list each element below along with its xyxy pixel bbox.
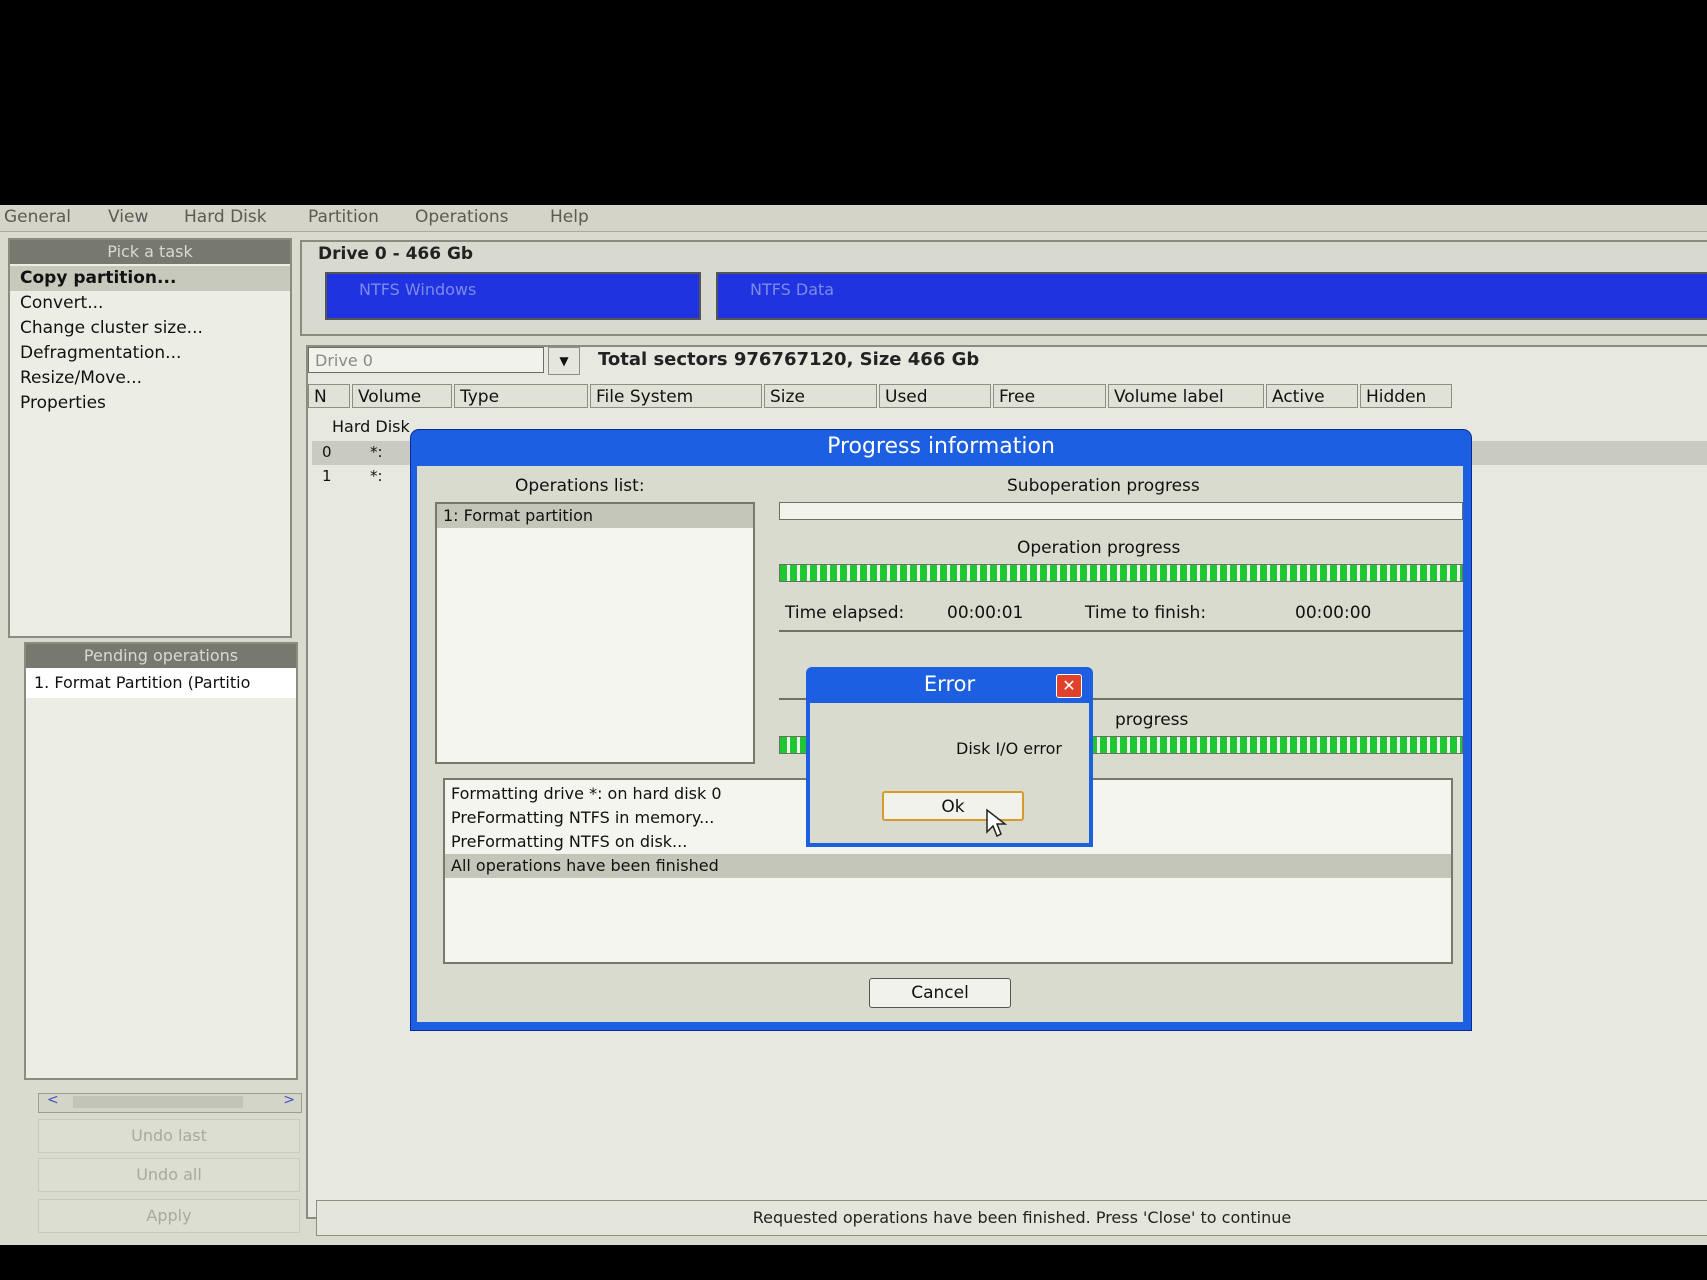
col-type[interactable]: Type <box>454 384 588 408</box>
scroll-left-icon[interactable]: < <box>47 1092 59 1108</box>
menu-help[interactable]: Help <box>550 207 589 227</box>
status-bar: Requested operations have been finished.… <box>316 1200 1707 1236</box>
pending-panel-title: Pending operations <box>26 644 296 668</box>
menu-operations[interactable]: Operations <box>415 207 508 227</box>
undo-last-button[interactable]: Undo last <box>38 1119 300 1153</box>
error-dialog-title: Error <box>923 672 976 696</box>
error-dialog-body: Disk I/O error Ok <box>810 703 1089 843</box>
task-convert[interactable]: Convert... <box>10 291 290 316</box>
col-size[interactable]: Size <box>764 384 877 408</box>
task-resize-move[interactable]: Resize/Move... <box>10 366 290 391</box>
drive-map-title: Drive 0 - 466 Gb <box>318 244 474 264</box>
partition-ntfs-windows[interactable]: NTFS Windows <box>325 272 701 320</box>
time-elapsed-label: Time elapsed: <box>785 603 905 623</box>
menu-hard-disk[interactable]: Hard Disk <box>184 207 267 227</box>
list-item[interactable]: 1: Format partition <box>437 504 753 528</box>
menu-bar: General View Hard Disk Partition Operati… <box>0 205 1707 232</box>
col-volume-label[interactable]: Volume label <box>1108 384 1264 408</box>
time-elapsed-value: 00:00:01 <box>947 603 1024 623</box>
apply-button[interactable]: Apply <box>38 1199 300 1233</box>
col-free[interactable]: Free <box>993 384 1106 408</box>
col-volume[interactable]: Volume <box>352 384 452 408</box>
partition-label: NTFS Data <box>750 280 835 299</box>
row-volume: *: <box>370 467 383 485</box>
menu-view[interactable]: View <box>108 207 148 227</box>
divider <box>779 630 1463 632</box>
error-message: Disk I/O error <box>956 739 1062 758</box>
total-progress-label: progress <box>1115 710 1189 730</box>
col-active[interactable]: Active <box>1266 384 1358 408</box>
operations-list-label: Operations list: <box>515 476 645 496</box>
task-defragmentation[interactable]: Defragmentation... <box>10 341 290 366</box>
task-copy-partition[interactable]: Copy partition... <box>10 266 290 291</box>
partition-label: NTFS Windows <box>359 280 477 299</box>
col-used[interactable]: Used <box>879 384 991 408</box>
sectors-info: Total sectors 976767120, Size 466 Gb <box>598 349 980 370</box>
operation-progress-fill <box>780 565 1462 581</box>
time-to-finish-label: Time to finish: <box>1085 603 1207 623</box>
operation-progress-bar <box>779 564 1463 582</box>
suboperation-label: Suboperation progress <box>1007 476 1200 496</box>
task-properties[interactable]: Properties <box>10 391 290 416</box>
mouse-cursor-icon <box>986 808 1008 838</box>
col-hidden[interactable]: Hidden <box>1360 384 1452 408</box>
operations-list[interactable]: 1: Format partition <box>435 502 755 764</box>
partition-ntfs-data[interactable]: NTFS Data <box>716 272 1707 320</box>
menu-partition[interactable]: Partition <box>308 207 379 227</box>
progress-dialog-title: Progress information <box>827 434 1055 459</box>
scroll-right-icon[interactable]: > <box>283 1092 295 1108</box>
error-dialog: Error ✕ Disk I/O error Ok <box>806 667 1093 847</box>
log-line: All operations have been finished <box>445 854 1451 878</box>
row-volume: *: <box>370 443 383 461</box>
group-hard-disk: Hard Disk <box>332 417 410 436</box>
drive-select[interactable]: Drive 0 <box>308 347 544 373</box>
pending-item[interactable]: 1. Format Partition (Partitio <box>26 668 296 698</box>
task-panel: Pick a task Copy partition... Convert...… <box>8 238 292 638</box>
pending-panel: Pending operations 1. Format Partition (… <box>24 642 298 1080</box>
task-change-cluster-size[interactable]: Change cluster size... <box>10 316 290 341</box>
col-n[interactable]: N <box>308 384 350 408</box>
chevron-down-icon[interactable]: ▼ <box>548 347 580 375</box>
drive-map: Drive 0 - 466 Gb NTFS Windows NTFS Data <box>300 240 1707 336</box>
row-n: 1 <box>322 467 332 485</box>
task-panel-title: Pick a task <box>10 240 290 264</box>
menu-general[interactable]: General <box>4 207 71 227</box>
undo-all-button[interactable]: Undo all <box>38 1158 300 1192</box>
suboperation-progress-bar <box>779 502 1463 520</box>
close-icon[interactable]: ✕ <box>1056 674 1082 698</box>
pending-scrollbar[interactable]: < > <box>38 1092 302 1113</box>
operation-progress-label: Operation progress <box>1017 538 1181 558</box>
cancel-button[interactable]: Cancel <box>869 978 1011 1008</box>
col-file-system[interactable]: File System <box>590 384 762 408</box>
scroll-thumb[interactable] <box>73 1096 243 1108</box>
time-to-finish-value: 00:00:00 <box>1295 603 1372 623</box>
row-n: 0 <box>322 443 332 461</box>
